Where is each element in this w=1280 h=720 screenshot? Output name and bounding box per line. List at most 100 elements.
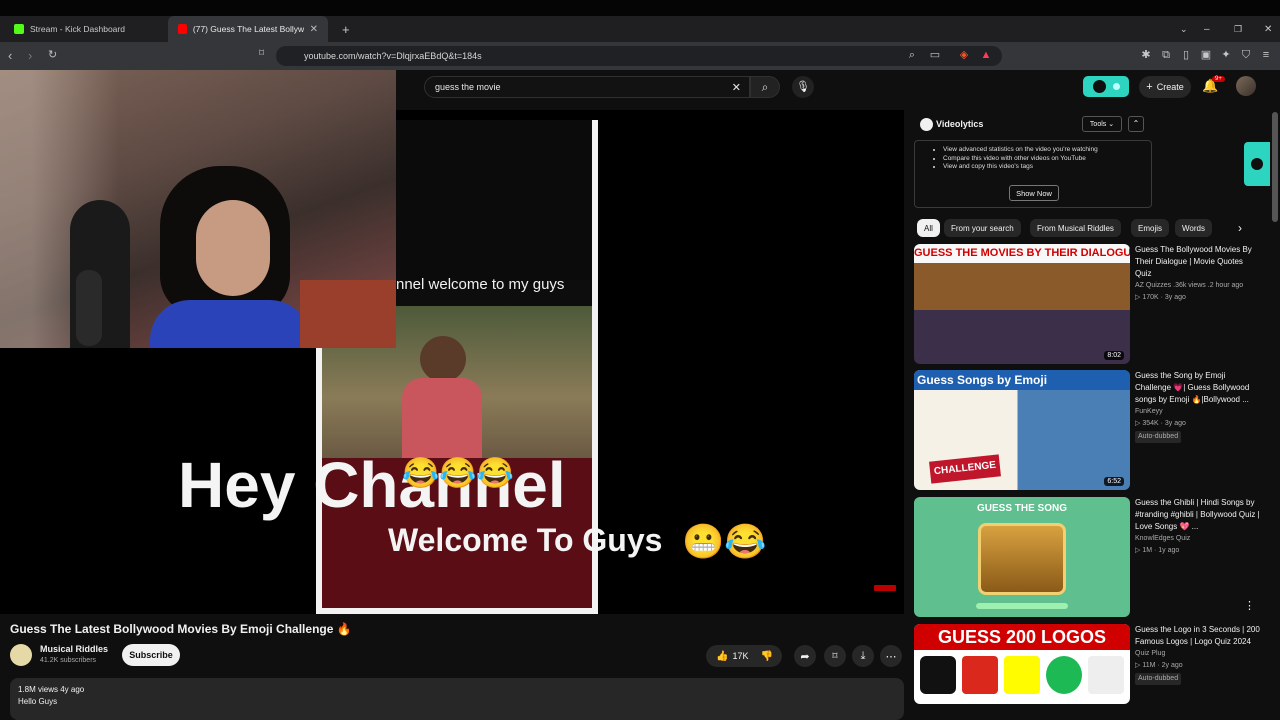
new-tab-button[interactable]: + xyxy=(332,16,352,42)
toggle-dot xyxy=(1113,83,1120,90)
videolytics-icon xyxy=(920,118,933,131)
feature-item: View advanced statistics on the video yo… xyxy=(943,146,1098,155)
video-title[interactable]: Guess the Ghibli | Hindi Songs by #trand… xyxy=(1135,497,1261,533)
video-channel[interactable]: Quiz Plug xyxy=(1135,648,1261,660)
like-icon[interactable]: 👍 xyxy=(716,651,728,662)
wallet-icon[interactable]: ▣ xyxy=(1200,49,1212,61)
video-channel[interactable]: FunKeyy xyxy=(1135,406,1261,418)
video-emoji-row: 😂😂😂 xyxy=(402,457,515,490)
videolytics-side-tab[interactable] xyxy=(1244,142,1270,186)
recommended-video[interactable]: GUESS 200 LOGOS Guess the Logo in 3 Seco… xyxy=(914,624,1260,704)
puzzle-icon[interactable]: ⧉ xyxy=(1160,49,1172,61)
tools-label: Tools xyxy=(1089,120,1107,128)
video-thumbnail[interactable]: GUESS THE SONG xyxy=(914,497,1130,617)
chips-next-icon[interactable]: › xyxy=(1238,221,1242,235)
search-button[interactable]: ⌕ xyxy=(750,76,780,98)
cast-icon[interactable]: ▭ xyxy=(929,49,941,61)
sidebar-icon[interactable]: ▯ xyxy=(1180,49,1192,61)
video-thumbnail[interactable]: GUESS 200 LOGOS xyxy=(914,624,1130,704)
videolytics-panel: View advanced statistics on the video yo… xyxy=(914,140,1152,208)
video-duration: 6:52 xyxy=(1104,477,1124,486)
zoom-icon[interactable]: ⌕ xyxy=(906,49,918,61)
recommended-video[interactable]: GUESS THE MOVIES BY THEIR DIALOGUE 8:02 … xyxy=(914,244,1260,366)
share-button[interactable]: ➦ xyxy=(794,645,816,667)
videolytics-toggle[interactable] xyxy=(1083,76,1129,97)
brave-shield-icon[interactable]: ◈ xyxy=(958,49,970,61)
tab-youtube-video[interactable]: (77) Guess The Latest Bollywood ✕ xyxy=(168,16,328,42)
video-channel[interactable]: AZ Quizzes .36k views .2 hour ago xyxy=(1135,280,1261,292)
more-icon: ⋯ xyxy=(885,650,897,663)
maximize-button[interactable]: ❐ xyxy=(1224,16,1252,42)
apple-logo-icon xyxy=(920,656,956,694)
leo-icon[interactable]: ✦ xyxy=(1220,49,1232,61)
chip-emojis[interactable]: Emojis xyxy=(1131,219,1170,237)
thumbnail-text: GUESS THE SONG xyxy=(976,503,1067,514)
url-field[interactable]: youtube.com/watch?v=DlqjrxaEBdQ&t=184s xyxy=(276,46,1002,66)
tab-label: (77) Guess The Latest Bollywood xyxy=(192,24,304,34)
video-thumbnail[interactable]: GUESS THE MOVIES BY THEIR DIALOGUE 8:02 xyxy=(914,244,1130,364)
menu-icon[interactable]: ≡ xyxy=(1260,49,1272,61)
thumbnail-text: Guess Songs by Emoji xyxy=(914,370,1130,390)
vpn-icon[interactable]: ⛉ xyxy=(1240,49,1252,61)
bed-blanket xyxy=(300,280,396,348)
video-title[interactable]: Guess the Logo in 3 Seconds | 200 Famous… xyxy=(1135,624,1261,648)
challenge-stamp: CHALLENGE xyxy=(929,454,1001,484)
subscribe-watermark[interactable] xyxy=(874,585,896,591)
video-caption-top: nnel welcome to my guys xyxy=(396,276,565,293)
chip-from-channel[interactable]: From Musical Riddles xyxy=(1030,219,1121,237)
nike-logo-icon xyxy=(1088,656,1124,694)
recommended-video[interactable]: GUESS THE SONG Guess the Ghibli | Hindi … xyxy=(914,497,1260,619)
tab-label: Stream - Kick Dashboard xyxy=(30,24,125,34)
kick-icon xyxy=(14,24,24,34)
show-now-button[interactable]: Show Now xyxy=(1009,185,1059,201)
save-button[interactable]: ⌑ xyxy=(824,645,846,667)
search-value: guess the movie xyxy=(435,82,501,92)
search-input[interactable]: guess the movie ✕ xyxy=(424,76,750,98)
back-icon[interactable]: ‹ xyxy=(8,48,12,63)
dislike-icon[interactable]: 👎 xyxy=(760,651,772,662)
download-button[interactable]: ⤓ xyxy=(852,645,874,667)
clear-search-icon[interactable]: ✕ xyxy=(732,81,741,94)
avatar[interactable] xyxy=(1236,76,1256,96)
reload-icon[interactable]: ↻ xyxy=(48,48,57,61)
description-box[interactable]: 1.8M views 4y ago Hello Guys xyxy=(10,678,904,720)
videolytics-features: View advanced statistics on the video yo… xyxy=(943,146,1098,172)
chip-from-search[interactable]: From your search xyxy=(944,219,1021,237)
create-button[interactable]: + Create xyxy=(1139,76,1191,98)
video-meta: Guess the Logo in 3 Seconds | 200 Famous… xyxy=(1135,624,1261,685)
voice-search-button[interactable]: 🎙 xyxy=(792,76,814,98)
close-window-button[interactable]: ✕ xyxy=(1254,16,1280,42)
minimize-button[interactable]: – xyxy=(1194,16,1220,42)
video-title[interactable]: Guess the Song by Emoji Challenge 💗| Gue… xyxy=(1135,370,1261,406)
youtube-icon xyxy=(178,24,187,34)
video-title[interactable]: Guess The Bollywood Movies By Their Dial… xyxy=(1135,244,1261,280)
subscribe-button[interactable]: Subscribe xyxy=(122,644,180,666)
like-count[interactable]: 17K xyxy=(732,651,748,661)
tools-dropdown[interactable]: Tools ⌄ xyxy=(1082,116,1122,132)
scrollbar-thumb[interactable] xyxy=(1272,112,1278,222)
rewards-icon[interactable]: ▲ xyxy=(980,49,992,61)
like-dislike-group: 👍 17K 👎 xyxy=(706,645,782,667)
channel-name[interactable]: Musical Riddles xyxy=(40,644,108,654)
forward-icon[interactable]: › xyxy=(28,48,32,63)
video-stats: ▷ 354K · 3y ago xyxy=(1135,420,1186,427)
channel-subs: 41.2K subscribers xyxy=(40,657,97,664)
video-meta: Guess The Bollywood Movies By Their Dial… xyxy=(1135,244,1261,304)
more-options-icon[interactable]: ⋮ xyxy=(1244,599,1255,612)
channel-avatar[interactable] xyxy=(10,644,32,666)
streamer-top xyxy=(150,300,310,348)
chip-words[interactable]: Words xyxy=(1175,219,1212,237)
chip-all[interactable]: All xyxy=(917,219,940,237)
close-tab-icon[interactable]: ✕ xyxy=(310,24,318,35)
thumbnail-progress xyxy=(976,603,1068,609)
recommended-video[interactable]: Guess Songs by Emoji CHALLENGE 6:52 Gues… xyxy=(914,370,1260,492)
more-actions-button[interactable]: ⋯ xyxy=(880,645,902,667)
snapchat-logo-icon xyxy=(1004,656,1040,694)
video-channel[interactable]: KnowlEdges Quiz xyxy=(1135,533,1261,545)
mcdonalds-logo-icon xyxy=(962,656,998,694)
extensions-icon[interactable]: ✱ xyxy=(1140,49,1152,61)
collapse-icon[interactable]: ⌃ xyxy=(1128,116,1144,132)
tab-kick-dashboard[interactable]: Stream - Kick Dashboard xyxy=(4,16,166,42)
bookmark-icon[interactable]: ⌑ xyxy=(259,48,264,59)
video-thumbnail[interactable]: Guess Songs by Emoji CHALLENGE 6:52 xyxy=(914,370,1130,490)
